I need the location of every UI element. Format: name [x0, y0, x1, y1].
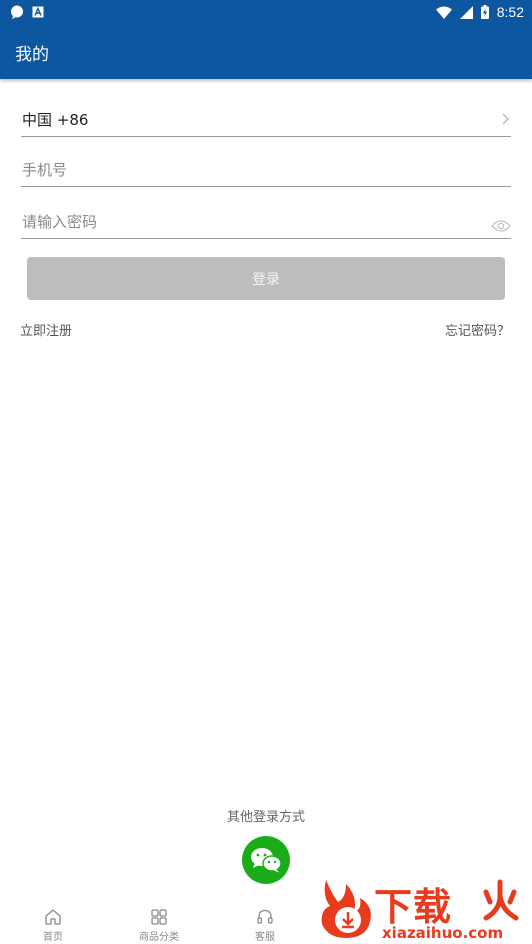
signal-icon	[459, 5, 473, 19]
phone-field[interactable]: 手机号	[21, 148, 511, 187]
login-button-label: 登录	[252, 271, 280, 288]
a-box-icon	[32, 6, 44, 18]
tab-category[interactable]: 商品分类	[114, 908, 204, 943]
tab-service-label: 客服	[255, 932, 275, 943]
register-link[interactable]: 立即注册	[20, 320, 72, 339]
home-icon	[45, 909, 61, 925]
page-title: 我的	[15, 45, 49, 65]
region-selector[interactable]: 中国 +86	[21, 98, 511, 137]
flame-download-icon	[321, 880, 371, 938]
login-button[interactable]: 登录	[27, 257, 505, 300]
tab-home-label: 首页	[43, 932, 63, 943]
tab-service[interactable]: 客服	[220, 908, 310, 943]
status-bar: 8:52	[0, 0, 532, 24]
forgot-password-link[interactable]: 忘记密码？	[445, 320, 510, 339]
chevron-right-icon	[502, 113, 509, 125]
headset-icon	[257, 909, 273, 924]
phone-placeholder: 手机号	[22, 161, 68, 179]
battery-charging-icon	[480, 5, 489, 19]
watermark-text: 下载	[374, 885, 453, 929]
password-field[interactable]: 请输入密码	[21, 200, 511, 239]
watermark-glyph-huo	[483, 879, 519, 921]
app-bar: 我的	[0, 24, 532, 79]
wifi-icon	[435, 6, 452, 19]
tab-home[interactable]: 首页	[8, 908, 98, 943]
eye-icon[interactable]	[491, 219, 511, 233]
status-right-icons: 8:52	[435, 4, 524, 20]
watermark: 下载 xiazaihuo.com	[312, 872, 528, 944]
wechat-icon	[251, 848, 282, 873]
tab-category-label: 商品分类	[139, 932, 179, 943]
other-login-label: 其他登录方式	[226, 810, 305, 825]
password-placeholder: 请输入密码	[22, 213, 98, 231]
chat-bubble-icon	[11, 5, 23, 19]
status-time: 8:52	[496, 4, 524, 20]
wechat-login-button[interactable]	[242, 836, 290, 884]
status-left-icons	[10, 5, 44, 19]
grid-icon	[151, 909, 167, 925]
watermark-url: xiazaihuo.com	[382, 924, 504, 942]
region-value: 中国 +86	[22, 111, 89, 129]
